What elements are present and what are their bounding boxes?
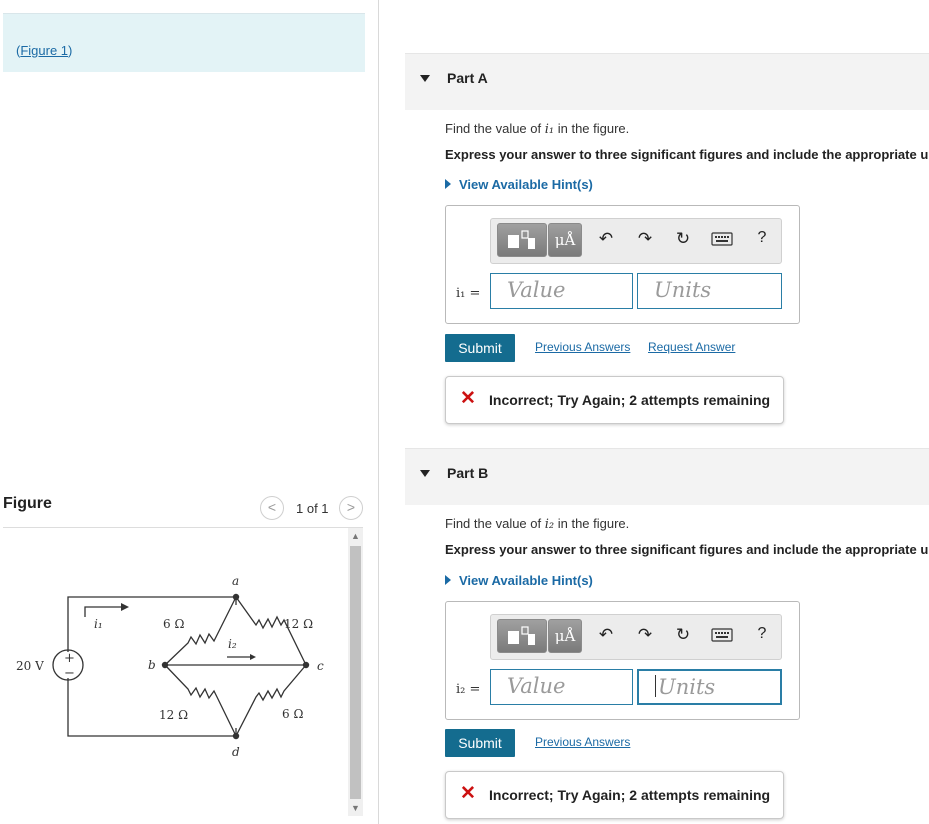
- wire-bottom: [67, 678, 236, 737]
- part-a-previous-answers-link[interactable]: Previous Answers: [535, 340, 630, 354]
- collapse-caret-icon: [420, 75, 430, 82]
- error-x-icon: ✕: [460, 783, 476, 804]
- scroll-down-arrow-icon[interactable]: ▼: [348, 800, 363, 816]
- help-icon[interactable]: ?: [751, 229, 773, 247]
- node-c-dot: [302, 661, 310, 669]
- resistor-ab: [164, 596, 237, 666]
- part-a-value-input[interactable]: Value: [490, 273, 633, 309]
- source-label: 20 V: [16, 659, 44, 673]
- prev-figure-button[interactable]: <: [260, 496, 284, 520]
- reset-icon[interactable]: ↻: [672, 625, 694, 645]
- part-a-instruction: Express your answer to three significant…: [445, 147, 929, 162]
- node-a-dot: [232, 593, 240, 601]
- part-a-variable-label: i₁ =: [456, 286, 481, 301]
- hint-caret-icon: [445, 575, 451, 585]
- help-icon[interactable]: ?: [751, 625, 773, 643]
- part-b-submit-button[interactable]: Submit: [445, 729, 515, 757]
- part-a-answer-box: μÅ ↶ ↷ ↻ ? i₁ = Value Units: [445, 205, 800, 324]
- pager-count: 1 of 1: [296, 501, 329, 516]
- part-b-math-toolbar: μÅ ↶ ↷ ↻ ?: [490, 614, 782, 660]
- plus-sign: +: [64, 651, 75, 666]
- resistor-bd-label: 12 Ω: [159, 708, 188, 722]
- resistor-bd: [164, 664, 237, 737]
- part-b-instruction: Express your answer to three significant…: [445, 542, 929, 557]
- reset-icon[interactable]: ↻: [672, 229, 694, 249]
- part-a-submit-button[interactable]: Submit: [445, 334, 515, 362]
- part-a-feedback: ✕ Incorrect; Try Again; 2 attempts remai…: [445, 376, 784, 424]
- figure-link-bar: (Figure 1): [3, 13, 365, 72]
- node-b-label: b: [148, 658, 156, 672]
- part-a-hint-link[interactable]: View Available Hint(s): [445, 177, 593, 192]
- request-answer-link[interactable]: Request Answer: [648, 340, 735, 354]
- undo-icon[interactable]: ↶: [595, 625, 617, 645]
- error-x-icon: ✕: [460, 388, 476, 409]
- resistor-ab-label: 6 Ω: [163, 617, 184, 631]
- keyboard-icon[interactable]: [711, 231, 733, 252]
- units-button[interactable]: μÅ: [548, 619, 582, 653]
- resistor-ac: [235, 596, 307, 666]
- part-a-math-toolbar: μÅ ↶ ↷ ↻ ?: [490, 218, 782, 264]
- resistor-cd-label: 6 Ω: [282, 707, 303, 721]
- part-b-units-input[interactable]: Units: [637, 669, 782, 705]
- part-b-hint-link[interactable]: View Available Hint(s): [445, 573, 593, 588]
- part-b-header[interactable]: Part B: [405, 448, 929, 505]
- templates-icon[interactable]: [497, 223, 547, 257]
- hint-caret-icon: [445, 179, 451, 189]
- next-figure-button[interactable]: >: [339, 496, 363, 520]
- part-a-header[interactable]: Part A: [405, 53, 929, 110]
- figure-title: Figure: [3, 495, 52, 512]
- figure-link[interactable]: (Figure 1): [16, 43, 72, 58]
- node-a-label: a: [232, 574, 239, 588]
- node-b-dot: [161, 661, 169, 669]
- part-a-units-input[interactable]: Units: [637, 273, 782, 309]
- units-button[interactable]: μÅ: [548, 223, 582, 257]
- templates-icon[interactable]: [497, 619, 547, 653]
- part-b-feedback: ✕ Incorrect; Try Again; 2 attempts remai…: [445, 771, 784, 819]
- scroll-thumb[interactable]: [350, 546, 361, 799]
- redo-icon[interactable]: ↷: [634, 625, 656, 645]
- redo-icon[interactable]: ↷: [634, 229, 656, 249]
- node-d-dot: [232, 732, 240, 740]
- part-b-previous-answers-link[interactable]: Previous Answers: [535, 735, 630, 749]
- undo-icon[interactable]: ↶: [595, 229, 617, 249]
- left-column: (Figure 1) Figure < 1 of 1 > 20 V + − i₁…: [0, 0, 379, 824]
- part-b-answer-box: μÅ ↶ ↷ ↻ ? i₂ = Value Units: [445, 601, 800, 720]
- scroll-up-arrow-icon[interactable]: ▲: [348, 528, 363, 544]
- keyboard-icon[interactable]: [711, 627, 733, 648]
- part-b-label: Part B: [447, 465, 489, 481]
- i1-arrow-icon: [84, 606, 121, 617]
- figure-scrollbar[interactable]: ▲ ▼: [348, 528, 363, 816]
- figure-divider: [3, 527, 363, 528]
- minus-sign: −: [64, 666, 75, 681]
- part-b-feedback-text: Incorrect; Try Again; 2 attempts remaini…: [489, 787, 771, 803]
- current-i2-label: i₂: [228, 637, 237, 651]
- text-cursor: [655, 675, 656, 697]
- part-b-variable-label: i₂ =: [456, 682, 481, 697]
- node-d-label: d: [232, 745, 240, 759]
- current-i1-label: i₁: [94, 617, 103, 631]
- node-c-label: c: [317, 659, 324, 673]
- part-b-value-input[interactable]: Value: [490, 669, 633, 705]
- part-a-prompt: Find the value of i₁ in the figure.: [445, 121, 630, 137]
- part-b-prompt: Find the value of i₂ in the figure.: [445, 516, 630, 532]
- part-a-label: Part A: [447, 70, 488, 86]
- part-a-feedback-text: Incorrect; Try Again; 2 attempts remaini…: [489, 392, 771, 408]
- circuit-diagram: 20 V + − i₁ i₂ a b c d 6 Ω 12 Ω 12 Ω 6 Ω: [16, 574, 324, 759]
- resistor-ac-label: 12 Ω: [284, 617, 313, 631]
- collapse-caret-icon: [420, 470, 430, 477]
- resistor-cd: [235, 664, 307, 737]
